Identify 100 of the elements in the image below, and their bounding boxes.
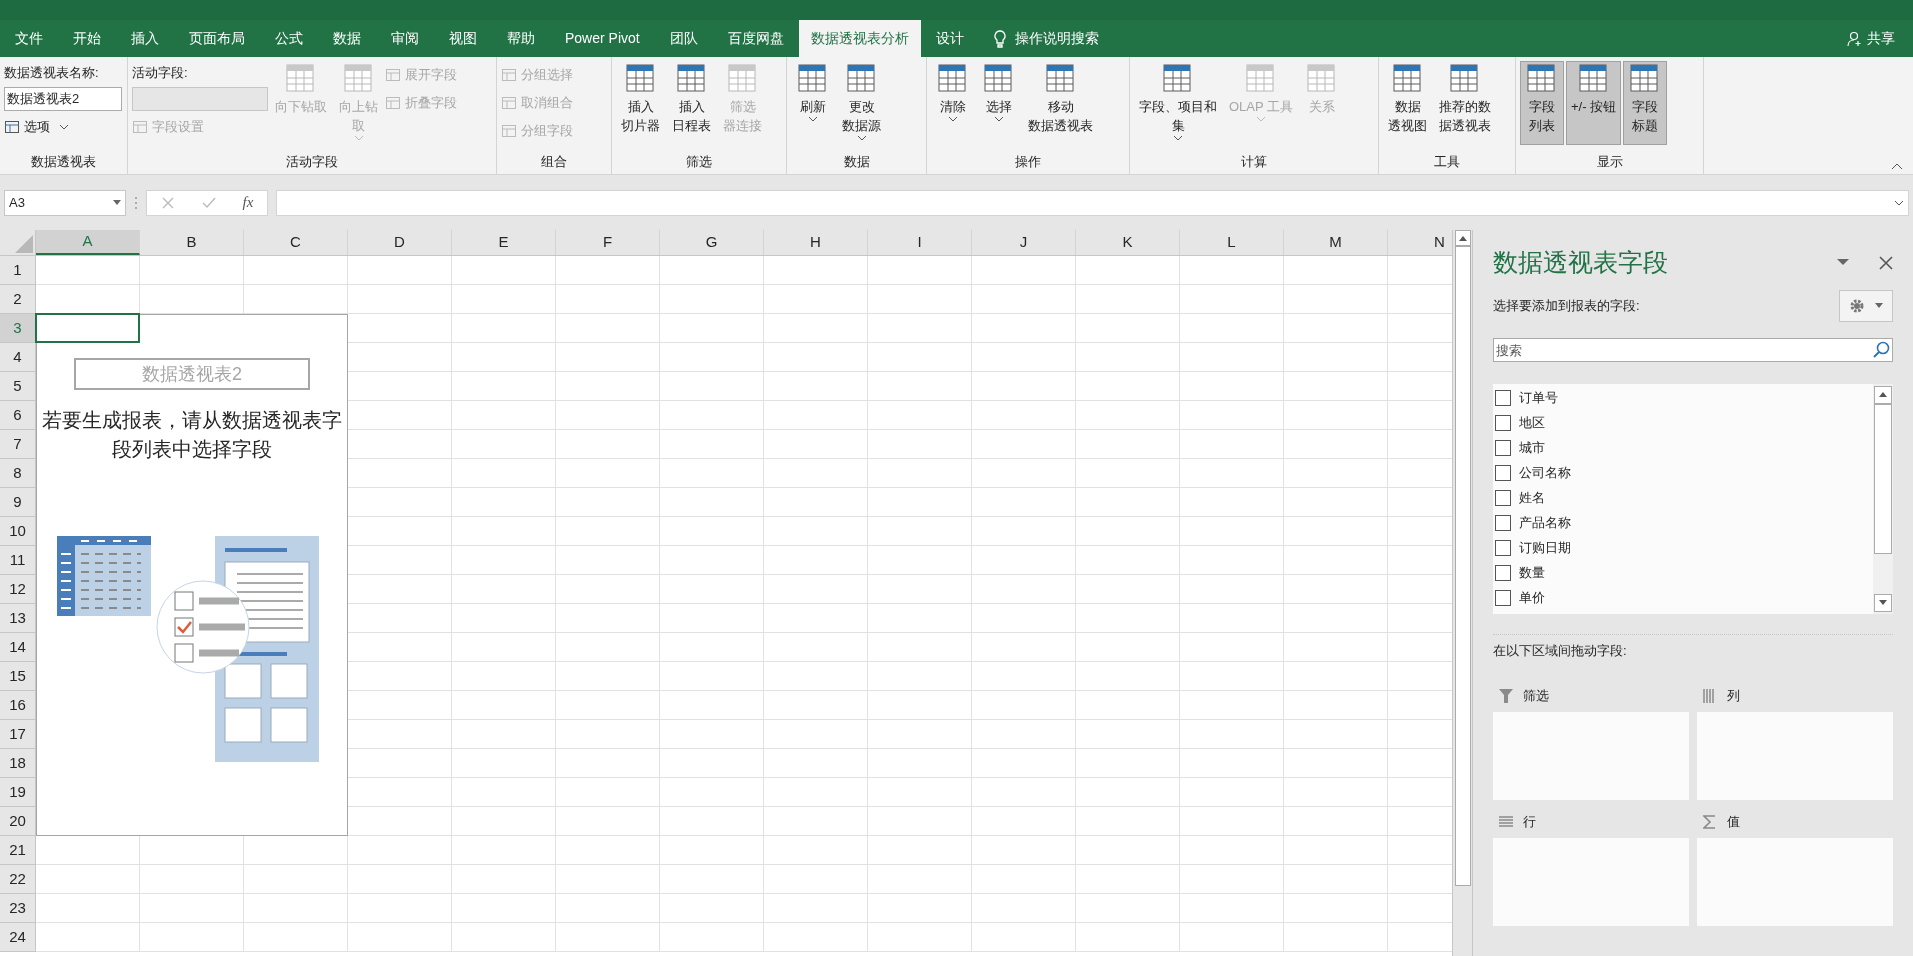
caret-icon[interactable] <box>1837 259 1849 267</box>
column-header[interactable]: D <box>348 230 452 255</box>
row-header[interactable]: 13 <box>0 604 36 633</box>
ribbon-button[interactable]: +/- 按钮 <box>1566 61 1622 145</box>
field-item[interactable]: 单价 <box>1493 585 1873 611</box>
row-header[interactable]: 20 <box>0 807 36 836</box>
row-header[interactable]: 18 <box>0 749 36 778</box>
checkbox[interactable] <box>1495 465 1511 481</box>
column-header[interactable]: B <box>140 230 244 255</box>
ribbon-tab[interactable]: 百度网盘 <box>712 20 799 57</box>
checkbox[interactable] <box>1495 415 1511 431</box>
insert-function-button[interactable]: fx <box>242 191 254 214</box>
row-header[interactable]: 6 <box>0 401 36 430</box>
checkbox[interactable] <box>1495 490 1511 506</box>
field-item[interactable]: 城市 <box>1493 435 1873 461</box>
checkbox[interactable] <box>1495 440 1511 456</box>
column-header[interactable]: J <box>972 230 1076 255</box>
settings-button[interactable] <box>1839 289 1893 322</box>
ribbon-tab[interactable]: 帮助 <box>492 20 550 57</box>
row-header[interactable]: 4 <box>0 343 36 372</box>
row-header[interactable]: 5 <box>0 372 36 401</box>
row-header[interactable]: 8 <box>0 459 36 488</box>
column-header[interactable]: A <box>36 230 140 255</box>
ribbon-button[interactable]: 更改 数据源 <box>837 61 886 145</box>
row-header[interactable]: 9 <box>0 488 36 517</box>
row-header[interactable]: 12 <box>0 575 36 604</box>
row-header[interactable]: 16 <box>0 691 36 720</box>
row-header[interactable]: 21 <box>0 836 36 865</box>
checkbox[interactable] <box>1495 515 1511 531</box>
row-header[interactable]: 23 <box>0 894 36 923</box>
tell-me-search[interactable]: 操作说明搜索 <box>978 20 1113 57</box>
name-field[interactable]: 数据透视表2 <box>4 87 122 111</box>
row-header[interactable]: 3 <box>0 314 36 343</box>
ribbon-tab[interactable]: 视图 <box>434 20 492 57</box>
column-header[interactable]: C <box>244 230 348 255</box>
column-header[interactable]: G <box>660 230 764 255</box>
collapse-ribbon-icon[interactable] <box>1891 162 1903 170</box>
ribbon-button[interactable]: 字段 标题 <box>1623 61 1668 145</box>
ribbon-tab[interactable]: 审阅 <box>376 20 434 57</box>
ribbon-button[interactable]: 清除 <box>931 61 975 145</box>
column-header[interactable]: L <box>1180 230 1284 255</box>
ribbon-tab[interactable]: 开始 <box>58 20 116 57</box>
ribbon-button[interactable]: 选项 <box>4 115 122 139</box>
column-header[interactable]: I <box>868 230 972 255</box>
ribbon-button[interactable]: 推荐的数 据透视表 <box>1434 61 1496 145</box>
field-item[interactable]: 数量 <box>1493 560 1873 586</box>
scroll-up-button[interactable] <box>1454 230 1471 246</box>
column-header[interactable]: H <box>764 230 868 255</box>
selected-cell[interactable] <box>35 313 140 343</box>
ribbon-tab[interactable]: 设计 <box>920 20 979 57</box>
scroll-up-button[interactable] <box>1874 385 1892 404</box>
field-item[interactable]: 姓名 <box>1493 485 1873 511</box>
checkbox[interactable] <box>1495 390 1511 406</box>
name-box[interactable]: A3 <box>4 189 126 216</box>
row-header[interactable]: 24 <box>0 923 36 952</box>
checkbox[interactable] <box>1495 590 1511 606</box>
row-header[interactable]: 17 <box>0 720 36 749</box>
row-header[interactable]: 11 <box>0 546 36 575</box>
ribbon-tab[interactable]: 数据透视表分析 <box>798 20 921 57</box>
field-item[interactable]: 订单号 <box>1493 385 1873 411</box>
formula-field[interactable] <box>276 189 1909 216</box>
ribbon-tab[interactable]: 页面布局 <box>174 20 260 57</box>
column-header[interactable]: E <box>452 230 556 255</box>
scroll-down-button[interactable] <box>1874 593 1892 612</box>
ribbon-tab[interactable]: 数据 <box>318 20 376 57</box>
ribbon-button[interactable]: 选择 <box>977 61 1021 145</box>
checkbox[interactable] <box>1495 565 1511 581</box>
ribbon-tab[interactable]: 插入 <box>116 20 174 57</box>
ribbon-button[interactable]: 刷新 <box>791 61 835 145</box>
field-item[interactable]: 地区 <box>1493 410 1873 436</box>
row-header[interactable]: 19 <box>0 778 36 807</box>
ribbon-tab[interactable]: 团队 <box>654 20 713 57</box>
ribbon-button[interactable]: 插入 切片器 <box>616 61 665 145</box>
share-button[interactable]: 共享 <box>1829 20 1913 57</box>
ribbon-button[interactable]: 字段、项目和 集 <box>1134 61 1222 145</box>
column-header[interactable]: F <box>556 230 660 255</box>
row-header[interactable]: 7 <box>0 430 36 459</box>
field-item[interactable]: 公司名称 <box>1493 460 1873 486</box>
row-header[interactable]: 22 <box>0 865 36 894</box>
column-header[interactable]: K <box>1076 230 1180 255</box>
scroll-thumb[interactable] <box>1874 403 1892 554</box>
scroll-thumb[interactable] <box>1454 246 1471 886</box>
ribbon-button[interactable]: 移动 数据透视表 <box>1023 61 1098 145</box>
ribbon-button[interactable]: 字段 列表 <box>1520 61 1564 145</box>
close-icon[interactable] <box>1879 255 1893 270</box>
row-header[interactable]: 1 <box>0 256 36 285</box>
field-item[interactable]: 订购日期 <box>1493 535 1873 561</box>
row-header[interactable]: 10 <box>0 517 36 546</box>
ribbon-tab[interactable]: 公式 <box>260 20 318 57</box>
row-header[interactable]: 15 <box>0 662 36 691</box>
column-header[interactable]: M <box>1284 230 1388 255</box>
ribbon-button[interactable]: 插入 日程表 <box>667 61 716 145</box>
row-header[interactable]: 2 <box>0 285 36 314</box>
checkbox[interactable] <box>1495 540 1511 556</box>
row-header[interactable]: 14 <box>0 633 36 662</box>
ribbon-button[interactable]: 数据 透视图 <box>1383 61 1432 145</box>
ribbon-tab[interactable]: Power Pivot <box>550 20 655 57</box>
search-field[interactable]: 搜索 <box>1493 338 1893 362</box>
field-item[interactable]: 产品名称 <box>1493 510 1873 536</box>
ribbon-tab[interactable]: 文件 <box>0 20 58 57</box>
